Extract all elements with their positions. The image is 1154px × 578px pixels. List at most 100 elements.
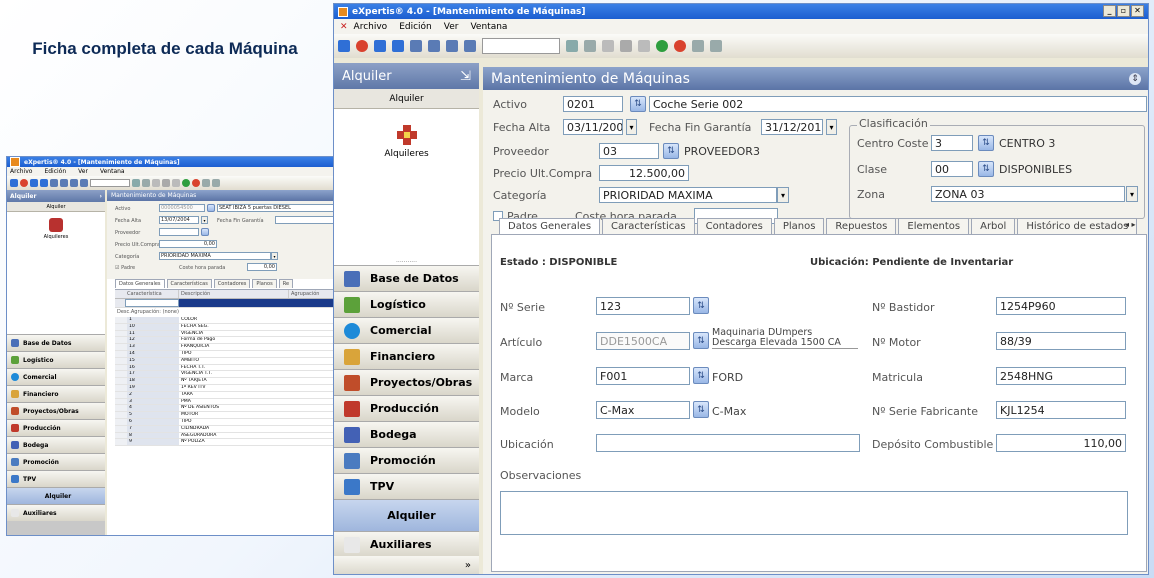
play-icon[interactable] <box>692 40 704 52</box>
cancel-icon[interactable] <box>192 179 200 187</box>
delete-icon[interactable] <box>20 179 28 187</box>
nav-button-financiero[interactable]: Financiero <box>334 343 479 369</box>
categoria-select[interactable]: PRIORIDAD MAXIMA <box>599 187 777 203</box>
alquileres-icon[interactable] <box>396 125 417 145</box>
new-icon[interactable] <box>338 40 350 52</box>
nav-button-promocion[interactable]: Promoción <box>334 447 479 473</box>
back-coste-input[interactable]: 0,00 <box>247 263 277 271</box>
tab-re[interactable]: Re <box>278 279 294 288</box>
tab-elementos[interactable]: Elementos <box>898 218 970 234</box>
proveedor-lookup-icon[interactable]: ⇅ <box>663 143 679 159</box>
cancel-icon[interactable] <box>674 40 686 52</box>
back-padre-checkbox[interactable]: ☑ Padre <box>115 265 135 271</box>
grid-icon[interactable] <box>40 179 48 187</box>
table-row[interactable]: 15 AMBITO <box>115 357 341 365</box>
precio-input[interactable]: 12.500,00 <box>599 165 689 181</box>
close-icon[interactable]: ✕ <box>1131 5 1144 17</box>
nav-button-proyectos-obras[interactable]: Proyectos/Obras <box>7 402 105 419</box>
tab-planos[interactable]: Planos <box>773 218 825 234</box>
fecha-alta-dropdown-icon[interactable]: ▾ <box>626 119 637 135</box>
back-proveedor-input[interactable] <box>159 228 199 236</box>
clase-lookup-icon[interactable]: ⇅ <box>978 161 994 177</box>
nav-button-comercial[interactable]: Comercial <box>334 317 479 343</box>
articulo-input[interactable]: DDE1500CA <box>596 332 690 350</box>
nav-splitter[interactable]: ........... <box>334 257 479 264</box>
observaciones-textarea[interactable] <box>500 491 1128 535</box>
nav-button-produccion[interactable]: Producción <box>334 395 479 421</box>
menu-ver[interactable]: Ver <box>444 22 459 32</box>
grid-column-header[interactable]: Descripción <box>179 290 289 298</box>
nav-pin-icon[interactable]: ⇲ <box>460 69 471 84</box>
motor-input[interactable]: 88/39 <box>996 332 1126 350</box>
serie-fabricante-input[interactable]: KJL1254 <box>996 401 1126 419</box>
nav-button-auxiliares[interactable]: Auxiliares <box>334 531 479 557</box>
activo-lookup-icon[interactable]: ⇅ <box>630 96 646 112</box>
fin-garantia-dropdown-icon[interactable]: ▾ <box>826 119 837 135</box>
new-icon[interactable] <box>10 179 18 187</box>
back-fecha-alta-input[interactable]: 13/07/2004 <box>159 216 199 224</box>
table-row[interactable]: 1 COLOR <box>115 317 341 324</box>
table-row[interactable]: 8 ASEGURADORA <box>115 432 341 440</box>
table-row[interactable]: 13 FRANQUICIA <box>115 344 341 351</box>
table-row[interactable]: 5 MOTOR <box>115 412 341 419</box>
nav-button-financiero[interactable]: Financiero <box>7 385 105 402</box>
save-icon[interactable] <box>374 40 386 52</box>
tab-contadores[interactable]: Contadores <box>213 279 251 288</box>
grid-column-header[interactable]: Característica <box>115 290 179 298</box>
bastidor-input[interactable]: 1254P960 <box>996 297 1126 315</box>
menu-app-icon[interactable]: ✕ <box>340 22 348 32</box>
nav-item-alquileres[interactable]: Alquileres <box>334 149 479 159</box>
menu-edicin[interactable]: Edición <box>399 22 432 32</box>
tab-repuestos[interactable]: Repuestos <box>826 218 897 234</box>
refresh-icon[interactable] <box>152 179 160 187</box>
redo-icon[interactable] <box>172 179 180 187</box>
centro-coste-lookup-icon[interactable]: ⇅ <box>978 135 994 151</box>
table-row[interactable]: 2 TARA <box>115 391 341 399</box>
filter-icon[interactable] <box>132 179 140 187</box>
accept-icon[interactable] <box>182 179 190 187</box>
marca-lookup-icon[interactable]: ⇅ <box>693 367 709 384</box>
menu-ventana[interactable]: Ventana <box>470 22 507 32</box>
ubicacion-input[interactable] <box>596 434 860 452</box>
back-nav-item-alquileres[interactable]: Alquileres <box>7 234 105 240</box>
table-row[interactable]: 17 VIGENCIA T.T. <box>115 371 341 379</box>
menu-edicin[interactable]: Edición <box>44 168 66 175</box>
restore-icon[interactable]: ▫ <box>1117 5 1130 17</box>
dropdown-icon[interactable] <box>212 179 220 187</box>
table-row[interactable]: 12 Forma de Pago <box>115 337 341 345</box>
back-precio-input[interactable]: 0,00 <box>159 240 217 248</box>
dropdown-icon[interactable] <box>710 40 722 52</box>
zona-dropdown-icon[interactable]: ▾ <box>1126 186 1138 202</box>
serie-lookup-icon[interactable]: ⇅ <box>693 297 709 314</box>
save-icon[interactable] <box>30 179 38 187</box>
nav-button-alquiler[interactable]: Alquiler <box>7 487 105 504</box>
modelo-lookup-icon[interactable]: ⇅ <box>693 401 709 418</box>
filter-icon[interactable] <box>566 40 578 52</box>
first-record-icon[interactable] <box>50 179 58 187</box>
back-activo-desc[interactable]: SEAT IBIZA 5 puertas DIESEL <box>217 204 341 212</box>
delete-icon[interactable] <box>356 40 368 52</box>
nav-button-tpv[interactable]: TPV <box>334 473 479 499</box>
back-categoria-dropdown-icon[interactable]: ▾ <box>271 252 278 260</box>
categoria-dropdown-icon[interactable]: ▾ <box>777 187 789 203</box>
back-fin-garantia-input[interactable] <box>275 216 341 224</box>
menu-archivo[interactable]: Archivo <box>354 22 388 32</box>
last-record-icon[interactable] <box>464 40 476 52</box>
back-grid-filter-row[interactable] <box>115 299 341 308</box>
table-row[interactable]: 4 Nº DE ASIENTOS <box>115 405 341 413</box>
deposito-input[interactable]: 110,00 <box>996 434 1126 452</box>
tab-planos[interactable]: Planos <box>252 279 277 288</box>
minimize-icon[interactable]: _ <box>1103 5 1116 17</box>
tab-caracteristicas[interactable]: Características <box>602 218 695 234</box>
menu-ventana[interactable]: Ventana <box>100 168 125 175</box>
tab-contadores[interactable]: Contadores <box>696 218 772 234</box>
table-row[interactable]: 11 VIGENCIA <box>115 330 341 338</box>
next-page-icon[interactable] <box>446 40 458 52</box>
back-activo-lookup-icon[interactable] <box>207 204 215 212</box>
nav-button-logistico[interactable]: Logístico <box>334 291 479 317</box>
table-row[interactable]: 16 FECHA T.T. <box>115 364 341 372</box>
accept-icon[interactable] <box>656 40 668 52</box>
centro-coste-input[interactable]: 3 <box>931 135 973 151</box>
articulo-lookup-icon[interactable]: ⇅ <box>693 332 709 349</box>
tab-scroll-arrows-icon[interactable]: ◂ ▸ <box>1125 220 1136 229</box>
